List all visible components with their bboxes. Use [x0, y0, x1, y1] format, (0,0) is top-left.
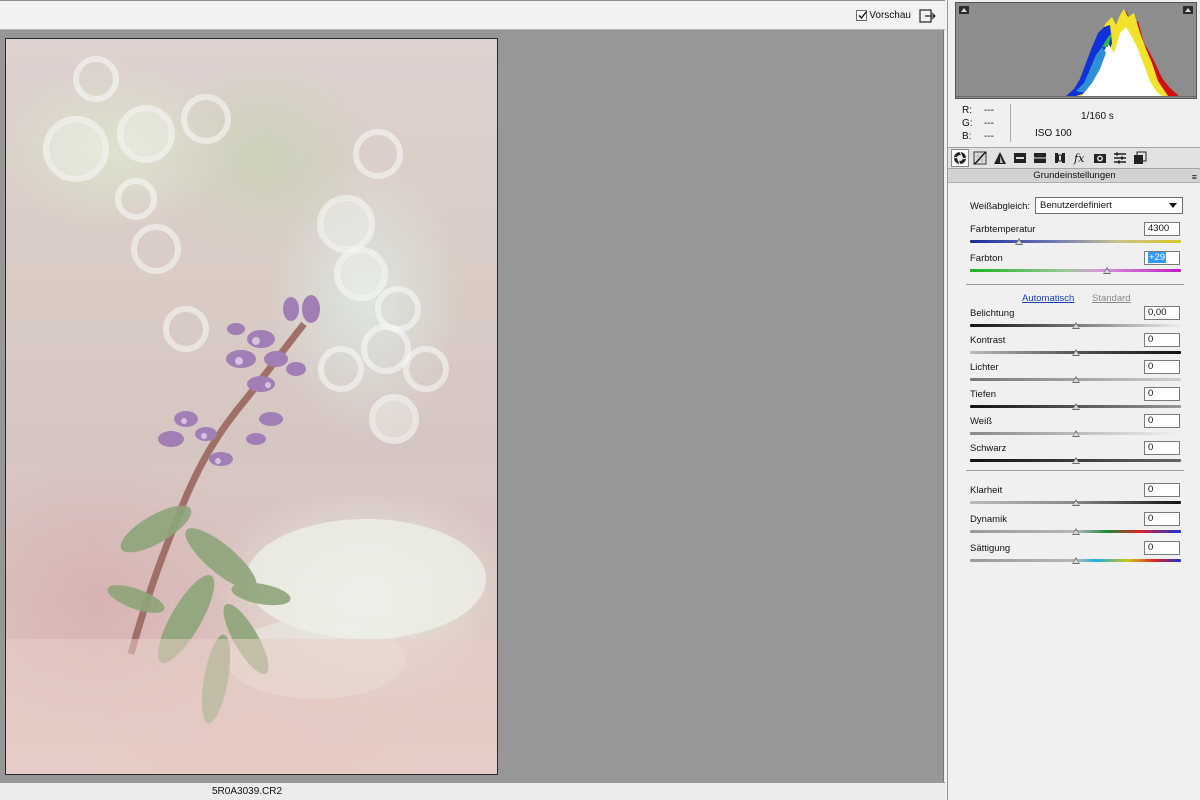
- image-filename: 5R0A3039.CR2: [212, 786, 283, 797]
- tab-hsl[interactable]: [1011, 149, 1029, 167]
- adjustment-field[interactable]: 0: [1144, 387, 1180, 401]
- adjustment-label: Lichter: [970, 362, 999, 373]
- auto-button[interactable]: Automatisch: [1022, 293, 1074, 304]
- checkmark-icon: [858, 11, 868, 20]
- presets-icon: [1114, 152, 1126, 164]
- presence-label: Dynamik: [970, 514, 1007, 525]
- preview-label: Vorschau: [869, 10, 911, 21]
- section-header: Grundeinstellungen ≡: [948, 169, 1200, 183]
- histogram-graph: [956, 9, 1196, 97]
- iso-value: ISO 100: [1035, 128, 1072, 139]
- green-readout: G: ---: [962, 118, 994, 129]
- section-title: Grundeinstellungen: [1033, 170, 1116, 181]
- filename-bar: 5R0A3039.CR2: [0, 782, 945, 800]
- chevron-down-icon: [1169, 203, 1177, 208]
- tint-slider[interactable]: [970, 269, 1181, 272]
- presence-slider-thumb[interactable]: [1071, 557, 1080, 564]
- tab-lens-corrections[interactable]: [1051, 149, 1069, 167]
- adjustment-field[interactable]: 0: [1144, 360, 1180, 374]
- white-balance-dropdown[interactable]: Benutzerdefiniert: [1035, 197, 1183, 214]
- hsl-icon: [1014, 153, 1026, 163]
- red-readout: R: ---: [962, 105, 994, 116]
- adjustment-field[interactable]: 0: [1144, 441, 1180, 455]
- adjustment-slider-thumb[interactable]: [1071, 349, 1080, 356]
- panel-menu-icon[interactable]: ≡: [1192, 170, 1197, 184]
- adjustment-label: Schwarz: [970, 443, 1007, 454]
- temperature-field[interactable]: 4300: [1144, 222, 1180, 236]
- presence-label: Klarheit: [970, 485, 1003, 496]
- camera-icon: [1094, 154, 1106, 163]
- temperature-label: Farbtemperatur: [970, 224, 1036, 235]
- tab-effects[interactable]: fx: [1071, 149, 1089, 167]
- panel-tabs: fx: [948, 147, 1200, 169]
- tab-tone-curve[interactable]: [971, 149, 989, 167]
- checkbox-box[interactable]: [856, 10, 868, 21]
- blue-readout: B: ---: [962, 131, 994, 142]
- temperature-slider-thumb[interactable]: [1014, 238, 1023, 245]
- adjustment-label: Belichtung: [970, 308, 1015, 319]
- snapshots-icon: [1134, 151, 1147, 164]
- histogram: [955, 2, 1197, 99]
- settings-panel: R: --- G: --- B: --- 1/160 s ISO 100 fx …: [947, 0, 1200, 800]
- preview-toolbar: Vorschau: [0, 0, 945, 30]
- adjustment-slider-thumb[interactable]: [1071, 403, 1080, 410]
- adjustment-field[interactable]: 0: [1144, 333, 1180, 347]
- tint-label: Farbton: [970, 253, 1003, 264]
- aperture-icon: [953, 151, 967, 165]
- adjustment-slider-thumb[interactable]: [1071, 457, 1080, 464]
- adjustment-label: Kontrast: [970, 335, 1006, 346]
- basic-controls: Weißabgleich: Benutzerdefiniert Farbtemp…: [948, 183, 1200, 800]
- svg-text:fx: fx: [1073, 152, 1085, 165]
- split-toning-icon: [1034, 153, 1046, 163]
- flower-photo-image: [6, 56, 497, 774]
- tint-slider-thumb[interactable]: [1103, 267, 1112, 274]
- tab-detail[interactable]: [991, 149, 1009, 167]
- shutter-speed: 1/160 s: [1081, 111, 1114, 122]
- temperature-slider[interactable]: [970, 240, 1181, 243]
- tint-value: +29: [1148, 252, 1167, 263]
- white-balance-label: Weißabgleich:: [970, 201, 1031, 212]
- white-balance-value: Benutzerdefiniert: [1040, 200, 1112, 211]
- presence-slider-thumb[interactable]: [1071, 499, 1080, 506]
- camera-info: R: --- G: --- B: --- 1/160 s ISO 100: [948, 100, 1200, 146]
- fullscreen-toggle-icon[interactable]: [919, 9, 937, 24]
- presence-field[interactable]: 0: [1144, 512, 1180, 526]
- image-canvas[interactable]: [0, 30, 944, 782]
- presence-field[interactable]: 0: [1144, 483, 1180, 497]
- adjustment-label: Tiefen: [970, 389, 997, 400]
- tab-snapshots[interactable]: [1131, 149, 1149, 167]
- adjustment-label: Weiß: [970, 416, 992, 427]
- presence-label: Sättigung: [970, 543, 1011, 554]
- adjustment-field[interactable]: 0,00: [1144, 306, 1180, 320]
- tab-split-toning[interactable]: [1031, 149, 1049, 167]
- default-button[interactable]: Standard: [1092, 293, 1131, 304]
- adjustment-slider-thumb[interactable]: [1071, 430, 1080, 437]
- divider: [966, 284, 1184, 285]
- presence-slider-thumb[interactable]: [1071, 528, 1080, 535]
- tab-camera-calibration[interactable]: [1091, 149, 1109, 167]
- info-divider: [1010, 104, 1011, 142]
- tint-field[interactable]: +29: [1144, 251, 1180, 265]
- preview-checkbox[interactable]: Vorschau: [856, 10, 911, 21]
- photo-preview[interactable]: [5, 38, 498, 775]
- fx-icon: fx: [1073, 152, 1085, 165]
- tab-basic[interactable]: [951, 149, 969, 167]
- adjustment-slider-thumb[interactable]: [1071, 376, 1080, 383]
- adjustment-field[interactable]: 0: [1144, 414, 1180, 428]
- adjustment-slider-thumb[interactable]: [1071, 322, 1080, 329]
- tab-presets[interactable]: [1111, 149, 1129, 167]
- presence-field[interactable]: 0: [1144, 541, 1180, 555]
- detail-triangle-icon: [994, 152, 1006, 164]
- divider: [966, 470, 1184, 471]
- tone-curve-icon: [973, 151, 987, 165]
- lens-icon: [1055, 153, 1065, 163]
